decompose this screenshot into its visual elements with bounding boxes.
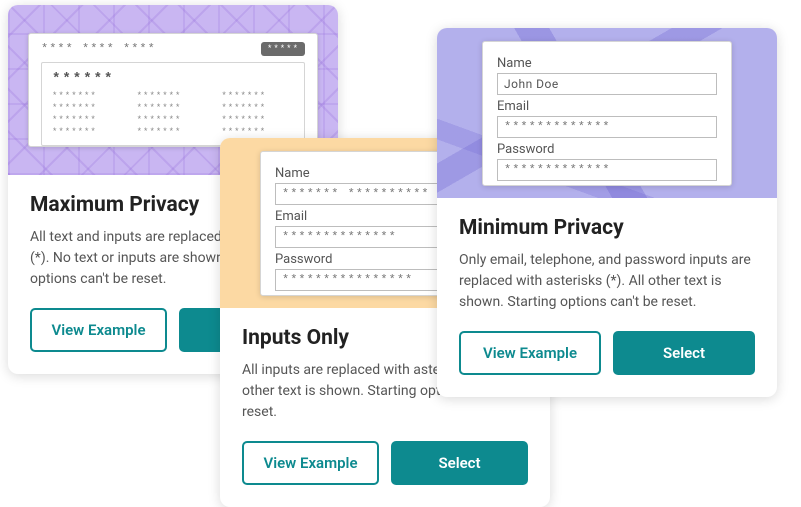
select-button[interactable]: Select — [391, 441, 528, 485]
mock-cell: ******* — [52, 127, 125, 137]
form-label-email: Email — [497, 99, 717, 114]
form-label-password: Password — [497, 142, 717, 157]
mock-cell: ******* — [137, 115, 210, 125]
mock-cell: ******* — [52, 91, 125, 101]
button-row: View Example Select — [459, 331, 755, 375]
card-title: Minimum Privacy — [459, 216, 755, 240]
form-label-name: Name — [497, 56, 717, 71]
mock-window: **** **** **** ***** ****** ******* ****… — [28, 33, 318, 147]
mock-cell: ******* — [221, 127, 294, 137]
mock-cell: ******* — [221, 115, 294, 125]
mock-cell: ******* — [52, 103, 125, 113]
mock-topbar-text: **** **** **** — [41, 42, 156, 56]
card-description: Only email, telephone, and password inpu… — [459, 250, 755, 313]
mock-cell: ******* — [137, 127, 210, 137]
form-field-password: ************* — [497, 159, 717, 181]
mock-cell: ******* — [137, 103, 210, 113]
view-example-button[interactable]: View Example — [242, 441, 379, 485]
mock-form: Name John Doe Email ************* Passwo… — [482, 41, 732, 186]
form-field-name: John Doe — [497, 73, 717, 95]
button-row: View Example Select — [242, 441, 528, 485]
form-field-email: ************* — [497, 116, 717, 138]
mock-cell: ******* — [221, 91, 294, 101]
mock-panel-title: ****** — [52, 71, 294, 87]
view-example-button[interactable]: View Example — [30, 308, 167, 352]
select-button[interactable]: Select — [613, 331, 755, 375]
mock-topbar: **** **** **** ***** — [41, 42, 305, 56]
mock-cell: ******* — [52, 115, 125, 125]
card-header-illustration: Name John Doe Email ************* Passwo… — [437, 28, 777, 198]
card-body: Minimum Privacy Only email, telephone, a… — [437, 198, 777, 397]
mock-grid: ******* ******* ******* ******* ******* … — [52, 91, 294, 137]
mock-badge: ***** — [261, 42, 305, 56]
mock-panel: ****** ******* ******* ******* ******* *… — [41, 62, 305, 146]
view-example-button[interactable]: View Example — [459, 331, 601, 375]
privacy-card-minimum: Name John Doe Email ************* Passwo… — [437, 28, 777, 397]
mock-cell: ******* — [137, 91, 210, 101]
mock-cell: ******* — [221, 103, 294, 113]
